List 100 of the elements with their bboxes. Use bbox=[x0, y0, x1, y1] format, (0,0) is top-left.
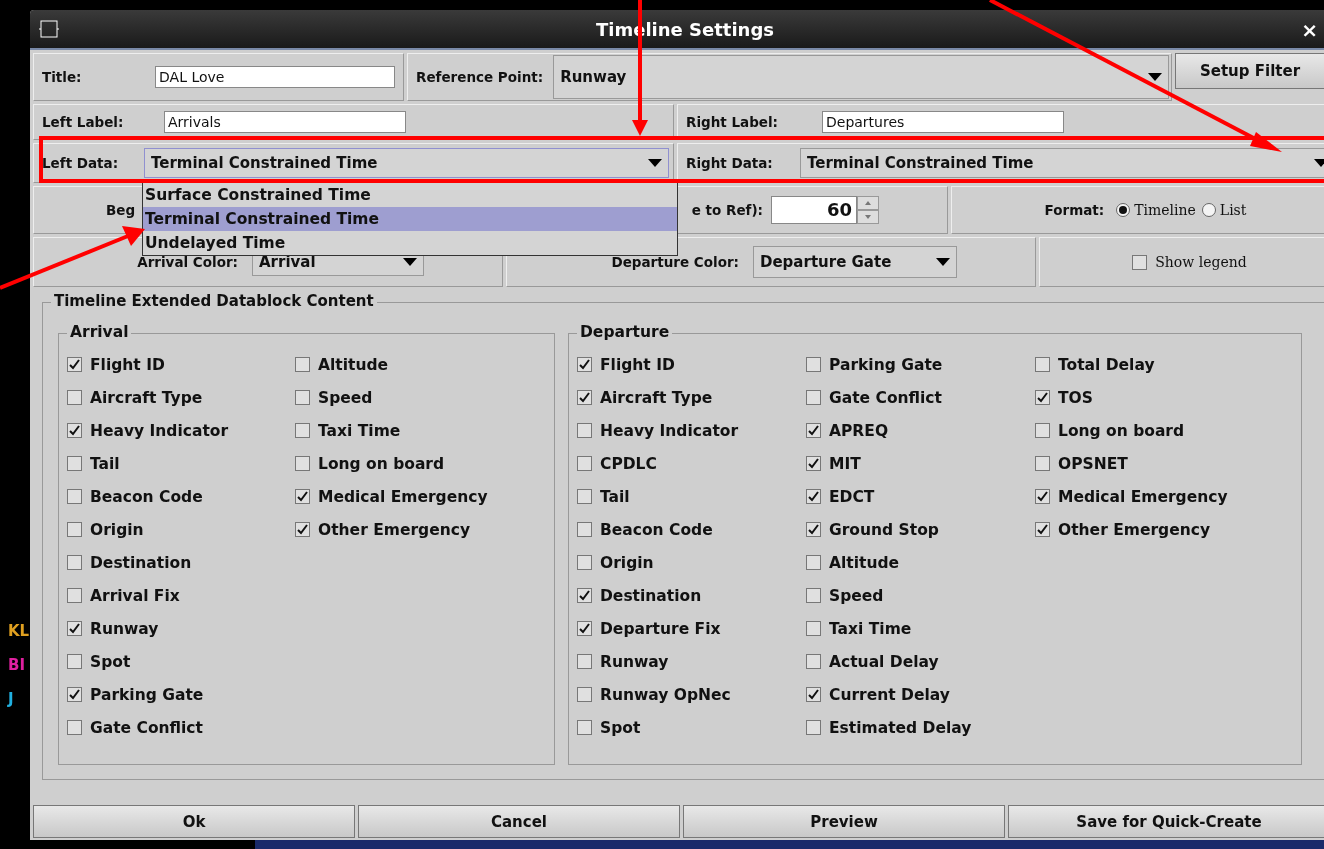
checkbox[interactable] bbox=[577, 390, 592, 405]
dialog-button[interactable]: Save for Quick-Create bbox=[1008, 805, 1324, 838]
checkbox-item[interactable]: Runway bbox=[577, 645, 806, 678]
right-label-field[interactable]: Departures bbox=[822, 111, 1064, 133]
checkbox[interactable] bbox=[577, 621, 592, 636]
checkbox-item[interactable]: Runway bbox=[67, 612, 295, 645]
left-data-dropdown[interactable]: Terminal Constrained Time bbox=[144, 148, 669, 178]
checkbox-item[interactable]: Taxi Time bbox=[295, 414, 535, 447]
checkbox[interactable] bbox=[577, 654, 592, 669]
checkbox[interactable] bbox=[806, 456, 821, 471]
checkbox-item[interactable]: Parking Gate bbox=[67, 678, 295, 711]
setup-filter-button[interactable]: Setup Filter bbox=[1175, 53, 1324, 89]
checkbox[interactable] bbox=[806, 357, 821, 372]
checkbox-item[interactable]: Spot bbox=[67, 645, 295, 678]
checkbox[interactable] bbox=[67, 456, 82, 471]
checkbox-item[interactable]: Departure Fix bbox=[577, 612, 806, 645]
checkbox[interactable] bbox=[1035, 357, 1050, 372]
checkbox[interactable] bbox=[806, 390, 821, 405]
checkbox[interactable] bbox=[577, 522, 592, 537]
checkbox-item[interactable]: Long on board bbox=[1035, 414, 1264, 447]
checkbox-item[interactable]: Other Emergency bbox=[1035, 513, 1264, 546]
checkbox[interactable] bbox=[806, 489, 821, 504]
checkbox-item[interactable]: Gate Conflict bbox=[806, 381, 1035, 414]
checkbox-item[interactable]: TOS bbox=[1035, 381, 1264, 414]
checkbox[interactable] bbox=[806, 621, 821, 636]
checkbox-item[interactable]: Altitude bbox=[295, 348, 535, 381]
checkbox[interactable] bbox=[67, 621, 82, 636]
checkbox-item[interactable]: EDCT bbox=[806, 480, 1035, 513]
checkbox[interactable] bbox=[67, 588, 82, 603]
dropdown-option[interactable]: Surface Constrained Time bbox=[143, 183, 677, 207]
checkbox[interactable] bbox=[295, 456, 310, 471]
checkbox[interactable] bbox=[67, 357, 82, 372]
checkbox[interactable] bbox=[806, 555, 821, 570]
checkbox[interactable] bbox=[577, 456, 592, 471]
checkbox[interactable] bbox=[67, 489, 82, 504]
checkbox-item[interactable]: Aircraft Type bbox=[577, 381, 806, 414]
checkbox[interactable] bbox=[577, 357, 592, 372]
dialog-button[interactable]: Preview bbox=[683, 805, 1005, 838]
checkbox[interactable] bbox=[1035, 390, 1050, 405]
checkbox[interactable] bbox=[295, 522, 310, 537]
checkbox[interactable] bbox=[806, 720, 821, 735]
checkbox-item[interactable]: Tail bbox=[67, 447, 295, 480]
checkbox-item[interactable]: Medical Emergency bbox=[295, 480, 535, 513]
checkbox-item[interactable]: Actual Delay bbox=[806, 645, 1035, 678]
right-data-dropdown[interactable]: Terminal Constrained Time bbox=[800, 148, 1324, 178]
checkbox[interactable] bbox=[67, 423, 82, 438]
close-button[interactable]: × bbox=[1301, 18, 1318, 42]
checkbox[interactable] bbox=[1035, 423, 1050, 438]
checkbox-item[interactable]: Medical Emergency bbox=[1035, 480, 1264, 513]
checkbox-item[interactable]: Long on board bbox=[295, 447, 535, 480]
checkbox-item[interactable]: Total Delay bbox=[1035, 348, 1264, 381]
checkbox-item[interactable]: APREQ bbox=[806, 414, 1035, 447]
checkbox[interactable] bbox=[295, 357, 310, 372]
dropdown-option[interactable]: Terminal Constrained Time bbox=[143, 207, 677, 231]
checkbox-item[interactable]: Arrival Fix bbox=[67, 579, 295, 612]
dialog-button[interactable]: Cancel bbox=[358, 805, 680, 838]
checkbox[interactable] bbox=[67, 555, 82, 570]
checkbox[interactable] bbox=[67, 654, 82, 669]
checkbox-item[interactable]: Altitude bbox=[806, 546, 1035, 579]
checkbox-item[interactable]: Current Delay bbox=[806, 678, 1035, 711]
checkbox-item[interactable]: Gate Conflict bbox=[67, 711, 295, 744]
checkbox-item[interactable]: Beacon Code bbox=[577, 513, 806, 546]
departure-color-dropdown[interactable]: Departure Gate bbox=[753, 246, 957, 278]
checkbox-item[interactable]: MIT bbox=[806, 447, 1035, 480]
checkbox-item[interactable]: Speed bbox=[295, 381, 535, 414]
checkbox-item[interactable]: Parking Gate bbox=[806, 348, 1035, 381]
checkbox-item[interactable]: CPDLC bbox=[577, 447, 806, 480]
checkbox-item[interactable]: Origin bbox=[67, 513, 295, 546]
checkbox[interactable] bbox=[806, 654, 821, 669]
checkbox[interactable] bbox=[295, 423, 310, 438]
checkbox[interactable] bbox=[67, 390, 82, 405]
checkbox-item[interactable]: Estimated Delay bbox=[806, 711, 1035, 744]
checkbox-item[interactable]: Other Emergency bbox=[295, 513, 535, 546]
checkbox-item[interactable]: Heavy Indicator bbox=[67, 414, 295, 447]
format-radio[interactable]: Timeline bbox=[1116, 202, 1196, 218]
checkbox[interactable] bbox=[1035, 489, 1050, 504]
checkbox-item[interactable]: Destination bbox=[67, 546, 295, 579]
checkbox[interactable] bbox=[806, 522, 821, 537]
checkbox-item[interactable]: Beacon Code bbox=[67, 480, 295, 513]
checkbox[interactable] bbox=[577, 588, 592, 603]
checkbox[interactable] bbox=[806, 588, 821, 603]
checkbox-item[interactable]: Flight ID bbox=[67, 348, 295, 381]
dialog-button[interactable]: Ok bbox=[33, 805, 355, 838]
checkbox[interactable] bbox=[577, 423, 592, 438]
reference-point-dropdown[interactable]: Runway bbox=[553, 55, 1169, 99]
checkbox[interactable] bbox=[1132, 254, 1148, 270]
checkbox-item[interactable]: OPSNET bbox=[1035, 447, 1264, 480]
checkbox[interactable] bbox=[806, 423, 821, 438]
checkbox-item[interactable]: Heavy Indicator bbox=[577, 414, 806, 447]
checkbox[interactable] bbox=[1035, 456, 1050, 471]
checkbox[interactable] bbox=[577, 687, 592, 702]
checkbox[interactable] bbox=[67, 687, 82, 702]
checkbox-item[interactable]: Tail bbox=[577, 480, 806, 513]
checkbox[interactable] bbox=[577, 489, 592, 504]
checkbox[interactable] bbox=[577, 555, 592, 570]
checkbox[interactable] bbox=[577, 720, 592, 735]
title-field[interactable]: DAL Love bbox=[155, 66, 395, 88]
left-label-field[interactable]: Arrivals bbox=[164, 111, 406, 133]
checkbox-item[interactable]: Ground Stop bbox=[806, 513, 1035, 546]
checkbox-item[interactable]: Origin bbox=[577, 546, 806, 579]
